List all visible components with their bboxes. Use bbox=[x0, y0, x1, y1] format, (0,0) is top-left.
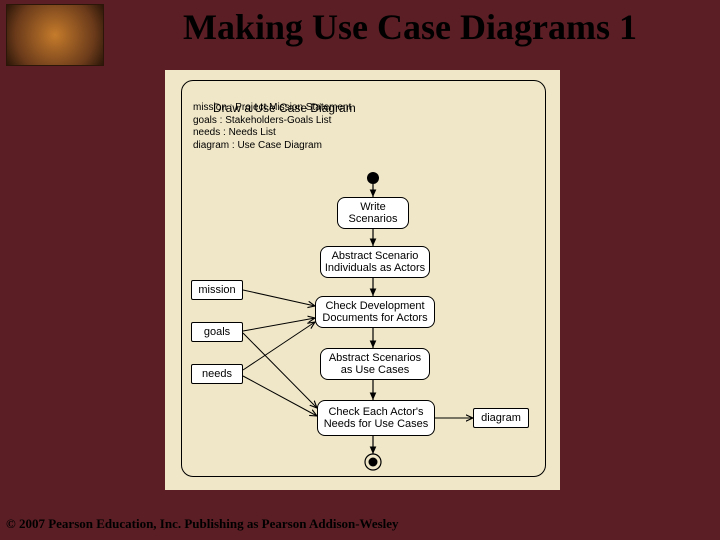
slide: Making Use Case Diagrams 1 Draw a Use Ca… bbox=[0, 0, 720, 540]
slide-title: Making Use Case Diagrams 1 bbox=[110, 6, 710, 48]
object-needs: needs bbox=[191, 364, 243, 384]
object-goals: goals bbox=[191, 322, 243, 342]
activity-abstract-usecases: Abstract Scenarios as Use Cases bbox=[320, 348, 430, 380]
logo-image bbox=[6, 4, 104, 66]
activity-abstract-actors: Abstract Scenario Individuals as Actors bbox=[320, 246, 430, 278]
copyright-text: © 2007 Pearson Education, Inc. Publishin… bbox=[6, 516, 399, 532]
frame-params: mission : Project Mission Statement goal… bbox=[193, 102, 351, 152]
activity-diagram: Draw a Use Case Diagram mission : Projec… bbox=[165, 70, 560, 490]
activity-check-docs: Check Development Documents for Actors bbox=[315, 296, 435, 328]
activity-check-actor-needs: Check Each Actor's Needs for Use Cases bbox=[317, 400, 435, 436]
object-mission: mission bbox=[191, 280, 243, 300]
activity-write-scenarios: Write Scenarios bbox=[337, 197, 409, 229]
object-diagram: diagram bbox=[473, 408, 529, 428]
